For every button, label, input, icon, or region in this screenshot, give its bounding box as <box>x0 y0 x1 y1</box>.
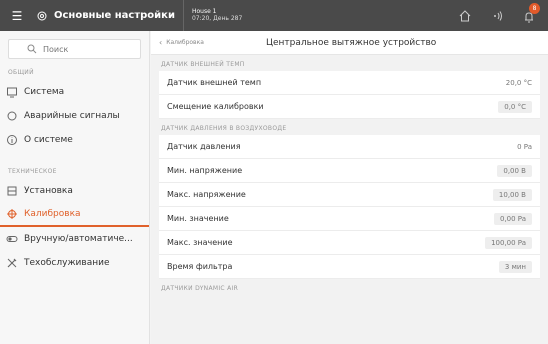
setting-label: Датчик давления <box>167 142 241 151</box>
notifications-button[interactable]: 8 <box>522 2 540 23</box>
system-icon <box>7 87 17 98</box>
setting-row[interactable]: Мин. напряжение 0,00 В <box>159 159 540 183</box>
group-duct-pressure: ДАТЧИК ДАВЛЕНИЯ В ВОЗДУХОВОДЕ Датчик дав… <box>159 125 540 279</box>
page-title: Основные настройки <box>54 10 175 21</box>
main-panel: ‹ Калибровка Центральное вытяжное устрой… <box>151 31 548 344</box>
sidebar-item-label: О системе <box>24 135 73 145</box>
setting-label: Датчик внешней темп <box>167 78 262 87</box>
divider <box>182 0 184 31</box>
search-input[interactable] <box>43 44 133 54</box>
home-icon[interactable] <box>458 9 472 23</box>
setting-label: Мин. значение <box>167 214 229 223</box>
sidebar-item-label: Установка <box>24 186 73 196</box>
setting-row: Датчик давления 0 Pa <box>159 135 540 159</box>
setting-value-field[interactable]: 0,0 °C <box>498 100 532 113</box>
menu-icon[interactable]: ☰ <box>6 9 28 23</box>
sidebar-item-calibration[interactable]: Калибровка <box>0 203 149 227</box>
sidebar-item-label: Система <box>24 87 65 97</box>
back-button[interactable]: ‹ Калибровка <box>159 38 204 47</box>
house-info[interactable]: House 1 07:20, День 287 <box>191 8 243 22</box>
installation-icon <box>7 186 17 196</box>
sidebar-item-label: Калибровка <box>24 209 81 219</box>
setting-label: Мин. напряжение <box>167 166 243 175</box>
group-dynamic-air: ДАТЧИКИ DYNAMIC AIR <box>159 285 540 292</box>
section-title: Центральное вытяжное устройство <box>266 37 437 48</box>
setting-label: Макс. напряжение <box>167 190 246 199</box>
setting-row[interactable]: Время фильтра 3 мин <box>159 255 540 279</box>
sidebar-item-alarms[interactable]: Аварийные сигналы <box>0 104 149 128</box>
wrench-icon <box>7 258 17 268</box>
setting-row[interactable]: Макс. напряжение 10,00 В <box>159 183 540 207</box>
calibration-icon <box>7 209 17 219</box>
toggle-icon <box>6 236 18 242</box>
signal-icon[interactable] <box>490 9 504 23</box>
sidebar-item-about[interactable]: О системе <box>0 128 149 152</box>
info-icon <box>7 135 17 145</box>
chevron-left-icon: ‹ <box>159 38 163 47</box>
setting-row[interactable]: Макс. значение 100,00 Pa <box>159 231 540 255</box>
back-label: Калибровка <box>166 39 204 46</box>
sidebar-item-label: Техобслуживание <box>24 258 110 268</box>
sidebar-item-system[interactable]: Система <box>0 80 149 104</box>
setting-label: Время фильтра <box>167 262 233 271</box>
setting-row[interactable]: Мин. значение 0,00 Pa <box>159 207 540 231</box>
setting-value: 20,0 °C <box>505 78 532 87</box>
setting-value: 0 Pa <box>517 142 532 151</box>
sidebar-item-label: Аварийные сигналы <box>24 111 120 121</box>
setting-label: Смещение калибровки <box>167 102 264 111</box>
top-bar: ☰ Основные настройки House 1 07:20, День… <box>0 0 548 31</box>
group-header: ДАТЧИКИ DYNAMIC AIR <box>161 285 239 292</box>
setting-value-field[interactable]: 100,00 Pa <box>485 236 532 249</box>
section-header-general: ОБЩИЙ <box>8 69 34 76</box>
group-header: ДАТЧИК ДАВЛЕНИЯ В ВОЗДУХОВОДЕ <box>161 125 287 132</box>
setting-value-field[interactable]: 0,00 В <box>497 164 532 177</box>
sidebar-item-maintenance[interactable]: Техобслуживание <box>0 251 149 275</box>
sidebar-item-installation[interactable]: Установка <box>0 179 149 203</box>
alarm-icon <box>7 111 17 121</box>
setting-row: Датчик внешней темп 20,0 °C <box>159 71 540 95</box>
setting-value-field[interactable]: 10,00 В <box>492 188 532 201</box>
setting-value-field[interactable]: 3 мин <box>498 260 532 273</box>
sidebar-item-manual-auto[interactable]: Вручную/автоматиче... <box>0 227 149 251</box>
setting-label: Макс. значение <box>167 238 233 247</box>
search-icon <box>27 44 37 54</box>
setting-value-field[interactable]: 0,00 Pa <box>493 212 532 225</box>
search-box[interactable] <box>8 39 141 59</box>
setting-row[interactable]: Смещение калибровки 0,0 °C <box>159 95 540 119</box>
main-header: ‹ Калибровка Центральное вытяжное устрой… <box>151 31 548 55</box>
section-header-technical: ТЕХНИЧЕСКОЕ <box>8 168 57 175</box>
notification-badge: 8 <box>529 2 540 14</box>
group-header: ДАТЧИК ВНЕШНЕЙ ТЕМП <box>161 61 245 68</box>
house-datetime: 07:20, День 287 <box>191 14 243 22</box>
gear-icon <box>37 11 47 20</box>
group-outdoor-temp: ДАТЧИК ВНЕШНЕЙ ТЕМП Датчик внешней темп … <box>159 61 540 119</box>
sidebar-item-label: Вручную/автоматиче... <box>24 234 133 244</box>
sidebar: ОБЩИЙ Система Аварийные сигналы О систем… <box>0 31 150 344</box>
